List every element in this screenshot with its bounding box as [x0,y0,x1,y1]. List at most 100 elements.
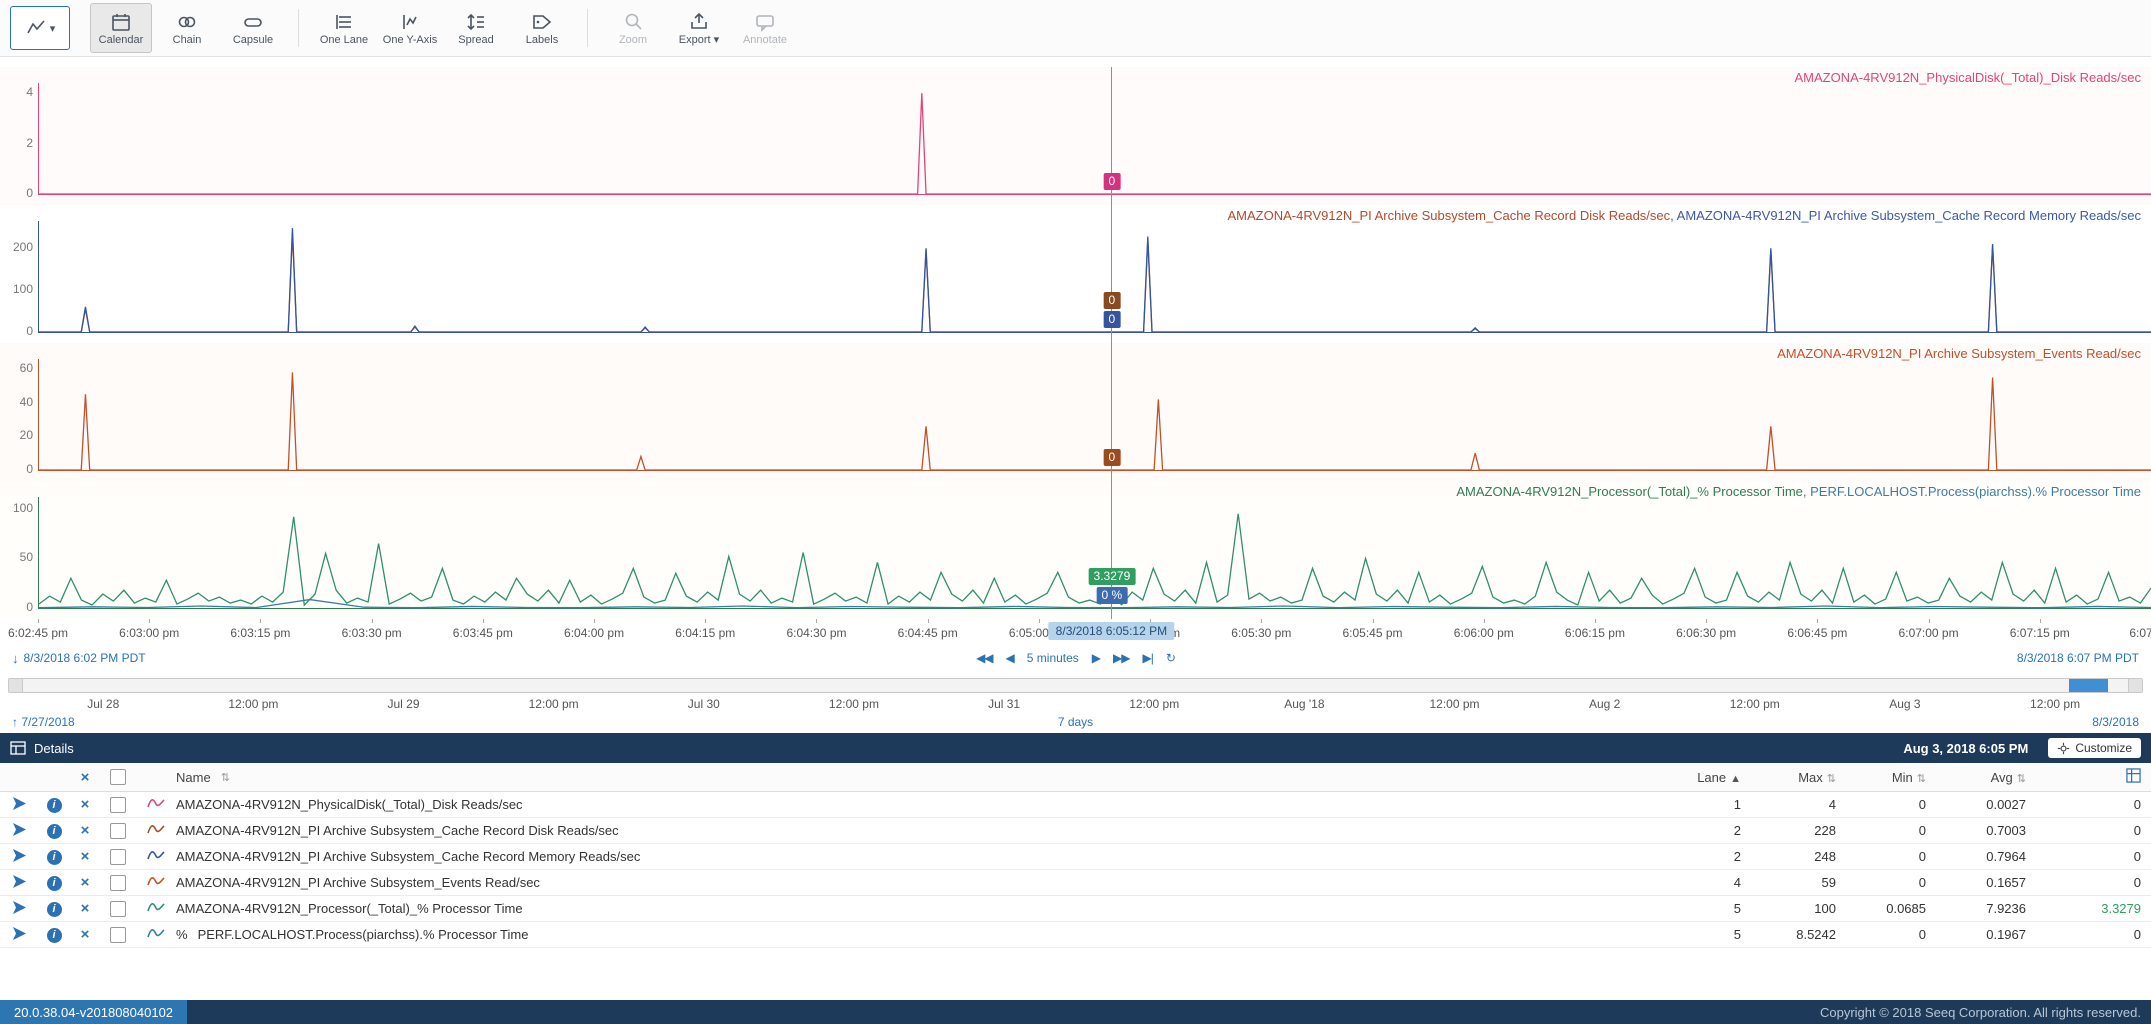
annotate-icon [754,11,776,33]
step-back-far-button[interactable]: ◀◀ [976,651,992,665]
duration-label[interactable]: 5 minutes [1027,651,1079,665]
info-icon[interactable]: i [38,848,70,865]
table-row[interactable]: i×AMAZONA-4RV912N_PI Archive Subsystem_C… [0,844,2151,870]
info-icon[interactable]: i [38,926,70,943]
step-forward-button[interactable]: ▶ [1092,651,1100,665]
cursor-value-badge: 0 [1104,449,1121,466]
x-axis-label: 6:02:45 pm [8,626,68,640]
trend-lane-4[interactable]: 0501003.32790 %AMAZONA-4RV912N_Processor… [0,481,2151,619]
version-label: 20.0.38.04-v201808040102 [0,1000,187,1024]
capsule-button[interactable]: Capsule [222,3,284,53]
cursor-value-badge: 0 [1104,292,1121,309]
row-checkbox[interactable] [100,874,136,891]
timeline-view-window[interactable] [2069,679,2107,692]
select-all-checkbox[interactable] [100,769,136,786]
table-row[interactable]: i×%PERF.LOCALHOST.Process(piarchss).% Pr… [0,922,2151,948]
export-button[interactable]: Export ▾ [668,3,730,53]
remove-icon[interactable]: × [70,874,100,891]
chevron-down-icon: ▾ [714,34,720,46]
row-checkbox[interactable] [100,848,136,865]
trend-lane-3[interactable]: 02040600AMAZONA-4RV912N_PI Archive Subsy… [0,343,2151,481]
one-lane-button[interactable]: One Lane [313,3,375,53]
lane-plot[interactable]: 0240 [38,83,2151,195]
timeline-label: 12:00 pm [2030,697,2080,711]
info-icon[interactable]: i [38,900,70,917]
cell-lane: 2 [1671,823,1741,838]
series-label[interactable]: AMAZONA-4RV912N_PI Archive Subsystem_Eve… [1777,346,2141,361]
navigate-icon[interactable] [0,796,38,814]
remove-icon[interactable]: × [70,900,100,917]
lane-plot[interactable]: 010020000 [38,221,2151,333]
navigate-icon[interactable] [0,822,38,840]
chart-type-dropdown[interactable]: ▾ [10,6,70,50]
trend-lane-1[interactable]: 0240AMAZONA-4RV912N_PhysicalDisk(_Total)… [0,67,2151,205]
lane-plot[interactable]: 02040600 [38,359,2151,471]
one-y-axis-button[interactable]: One Y-Axis [379,3,441,53]
refresh-icon[interactable]: ↻ [1166,651,1175,665]
row-checkbox[interactable] [100,900,136,917]
trend-cursor[interactable] [1111,67,1112,619]
info-icon[interactable]: i [38,822,70,839]
spread-button[interactable]: Spread [445,3,507,53]
navigate-icon[interactable] [0,926,38,944]
info-icon[interactable]: i [38,796,70,813]
x-axis-tick [1706,619,1707,623]
calendar-button[interactable]: Calendar [90,3,152,53]
customize-button[interactable]: Customize [2048,738,2141,758]
x-axis-tick [1373,619,1374,623]
table-options-icon[interactable] [2026,768,2151,786]
labels-button[interactable]: Labels [511,3,573,53]
row-checkbox[interactable] [100,822,136,839]
x-axis-tick [816,619,817,623]
timeline-scrollbar[interactable] [8,678,2143,693]
column-header-lane[interactable]: Lane▲ [1671,770,1741,785]
x-axis-tick [1261,619,1262,623]
series-label[interactable]: AMAZONA-4RV912N_PhysicalDisk(_Total)_Dis… [1794,70,2141,85]
step-forward-far-button[interactable]: ▶▶ [1113,651,1129,665]
timeline-left-cap[interactable] [9,679,23,692]
range-start[interactable]: ↓ 8/3/2018 6:02 PM PDT [12,651,146,666]
chain-button[interactable]: Chain [156,3,218,53]
trend-chart[interactable]: 0240AMAZONA-4RV912N_PhysicalDisk(_Total)… [0,57,2151,619]
info-icon[interactable]: i [38,874,70,891]
navigate-icon[interactable] [0,848,38,866]
timeline-end-date[interactable]: 8/3/2018 [2092,715,2139,729]
range-end[interactable]: 8/3/2018 6:07 PM PDT [2017,651,2139,665]
signal-icon [136,926,176,944]
y-axis-tick: 2 [1,136,33,150]
table-row[interactable]: i×AMAZONA-4RV912N_Processor(_Total)_% Pr… [0,896,2151,922]
timeline-right-cap[interactable] [2128,679,2142,692]
remove-icon[interactable]: × [70,926,100,943]
x-axis-label: 6:07:15 pm [2010,626,2070,640]
column-header-name[interactable]: Name⇅ [176,770,1671,785]
table-row[interactable]: i× AMAZONA-4RV912N_PhysicalDisk(_Total)_D… [0,792,2151,818]
column-header-avg[interactable]: Avg⇅ [1926,770,2026,785]
bulk-remove-icon[interactable]: × [70,769,100,786]
navigate-icon[interactable] [0,900,38,918]
table-row[interactable]: i×AMAZONA-4RV912N_PI Archive Subsystem_C… [0,818,2151,844]
navigate-icon[interactable] [0,874,38,892]
remove-icon[interactable]: × [70,848,100,865]
timeline-duration[interactable]: 7 days [1058,715,1093,729]
series-label[interactable]: AMAZONA-4RV912N_PI Archive Subsystem_Cac… [1227,208,2141,223]
sort-icon: ⇅ [2017,773,2026,785]
remove-icon[interactable]: × [70,796,100,813]
remove-icon[interactable]: × [70,822,100,839]
row-checkbox[interactable] [100,796,136,813]
column-header-max[interactable]: Max⇅ [1741,770,1836,785]
series-label[interactable]: AMAZONA-4RV912N_Processor(_Total)_% Proc… [1456,484,2141,499]
lane-plot[interactable]: 0501003.32790 % [38,497,2151,609]
column-header-min[interactable]: Min⇅ [1836,770,1926,785]
timeline-label: 12:00 pm [829,697,879,711]
trend-lane-2[interactable]: 010020000AMAZONA-4RV912N_PI Archive Subs… [0,205,2151,343]
step-to-end-button[interactable]: ▶| [1143,651,1153,665]
timeline-label: Aug 3 [1889,697,1920,711]
sort-icon: ▲ [1730,773,1741,785]
row-checkbox[interactable] [100,926,136,943]
table-row[interactable]: i×AMAZONA-4RV912N_PI Archive Subsystem_E… [0,870,2151,896]
row-name: AMAZONA-4RV912N_PhysicalDisk(_Total)_Dis… [176,797,1671,812]
x-axis-label: 6:03:30 pm [342,626,402,640]
timeline-start-date[interactable]: ↑ 7/27/2018 [12,715,75,729]
y-axis-tick: 100 [1,501,33,515]
step-back-button[interactable]: ◀ [1006,651,1014,665]
